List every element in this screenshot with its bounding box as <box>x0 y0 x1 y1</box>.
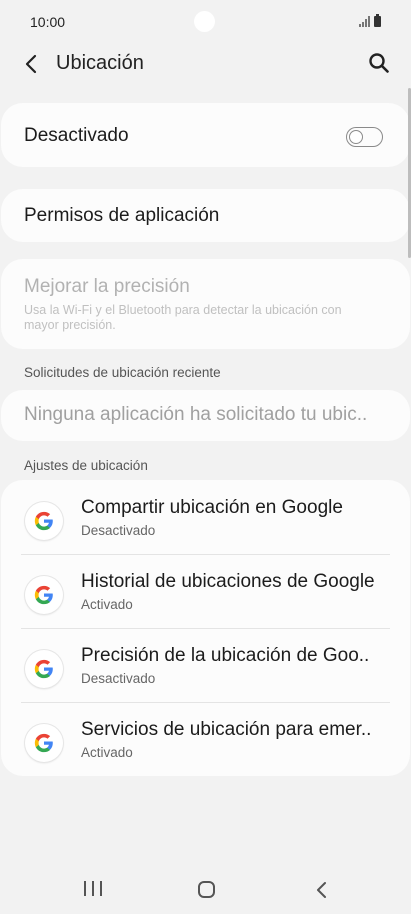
recent-requests-empty: Ninguna aplicación ha solicitado tu ubic… <box>24 404 368 425</box>
location-settings-header: Ajustes de ubicación <box>24 458 148 473</box>
google-icon <box>25 724 63 762</box>
home-button[interactable] <box>198 881 215 898</box>
recent-requests-header: Solicitudes de ubicación reciente <box>24 365 221 380</box>
list-item-title: Compartir ubicación en Google <box>81 497 343 518</box>
nav-back-button[interactable] <box>312 880 332 900</box>
app-permissions-row[interactable]: Permisos de aplicación <box>1 189 410 242</box>
improve-accuracy-row: Mejorar la precisión Usa la Wi-Fi y el B… <box>1 259 410 349</box>
search-button[interactable] <box>367 51 391 75</box>
camera-cutout <box>194 11 215 32</box>
app-permissions-label: Permisos de aplicación <box>24 205 220 226</box>
status-bar: 10:00 <box>0 0 411 44</box>
search-icon <box>369 53 389 73</box>
location-toggle-row[interactable]: Desactivado <box>1 103 410 167</box>
google-icon <box>25 502 63 540</box>
navigation-bar <box>0 862 411 914</box>
switch-knob <box>349 129 363 144</box>
list-item-status: Activado <box>81 597 133 612</box>
battery-icon <box>374 14 381 27</box>
location-toggle-label: Desactivado <box>24 125 129 146</box>
google-icon <box>25 650 63 688</box>
recent-apps-button[interactable] <box>84 881 102 897</box>
list-item-title: Historial de ubicaciones de Google <box>81 571 375 592</box>
list-item[interactable]: Compartir ubicación en Google Desactivad… <box>1 480 410 554</box>
location-settings-card: Compartir ubicación en Google Desactivad… <box>1 480 410 776</box>
list-item-title: Servicios de ubicación para emer.. <box>81 719 372 740</box>
list-item[interactable]: Servicios de ubicación para emer.. Activ… <box>1 702 410 776</box>
google-icon <box>25 576 63 614</box>
signal-icon <box>359 16 370 27</box>
list-item-status: Desactivado <box>81 671 156 686</box>
chevron-left-icon <box>25 54 37 74</box>
back-button[interactable] <box>18 50 46 78</box>
improve-accuracy-title: Mejorar la precisión <box>24 276 190 297</box>
list-item-status: Desactivado <box>81 523 156 538</box>
list-item[interactable]: Historial de ubicaciones de Google Activ… <box>1 554 410 628</box>
recent-requests-card: Ninguna aplicación ha solicitado tu ubic… <box>1 390 410 441</box>
page-title: Ubicación <box>56 52 144 74</box>
list-item-status: Activado <box>81 745 133 760</box>
status-time: 10:00 <box>30 14 66 30</box>
app-header: Ubicación <box>0 44 411 84</box>
list-item[interactable]: Precisión de la ubicación de Goo.. Desac… <box>1 628 410 702</box>
list-item-title: Precisión de la ubicación de Goo.. <box>81 645 370 666</box>
status-icons <box>359 14 381 27</box>
location-switch[interactable] <box>346 127 383 147</box>
chevron-left-icon <box>317 882 326 898</box>
improve-accuracy-description: Usa la Wi-Fi y el Bluetooth para detecta… <box>24 303 342 332</box>
